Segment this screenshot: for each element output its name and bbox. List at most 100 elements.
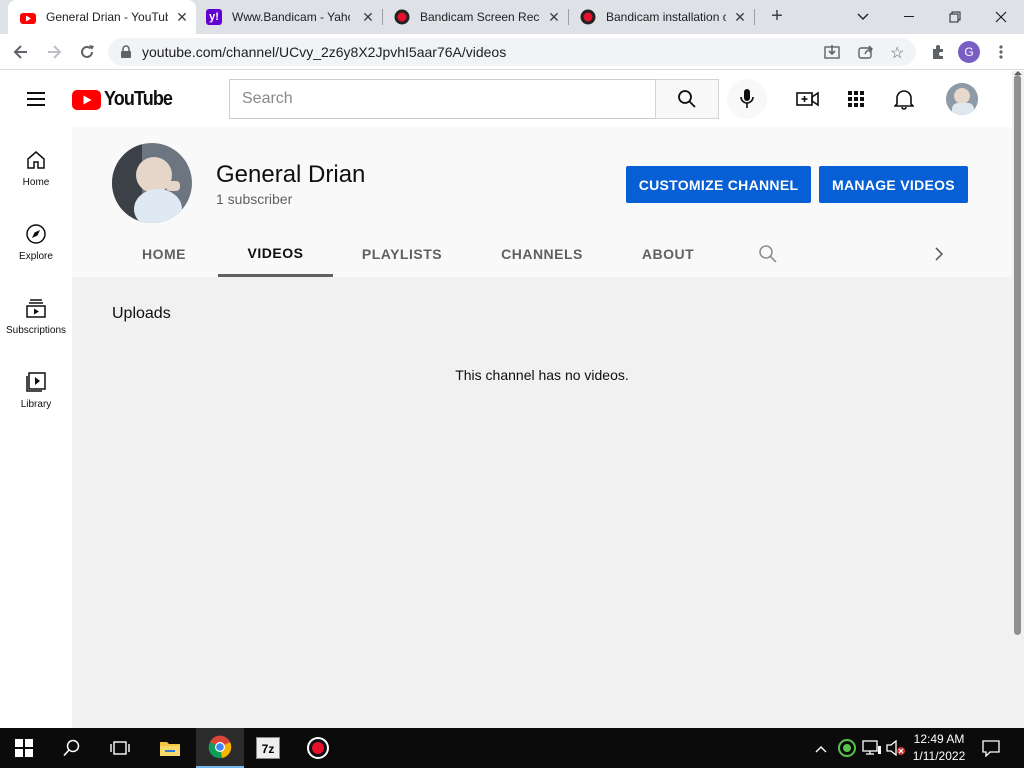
new-tab-icon[interactable]: + [766, 6, 788, 28]
create-video-icon[interactable] [796, 87, 820, 111]
reload-icon[interactable] [76, 42, 98, 62]
bandicam-icon [394, 9, 410, 25]
tab-title: Bandicam installation c [606, 10, 726, 24]
search-input[interactable]: Search [229, 79, 656, 119]
empty-state-message: This channel has no videos. [455, 367, 629, 383]
tab-videos[interactable]: VIDEOS [218, 231, 333, 277]
tab-title: Bandicam Screen Recorder [420, 10, 540, 24]
apps-grid-icon[interactable] [844, 87, 868, 111]
chevron-right-icon[interactable] [934, 247, 944, 266]
compass-icon [26, 224, 46, 244]
page-scrollbar[interactable] [1012, 71, 1024, 728]
tab-yahoo[interactable]: y! Www.Bandicam - Yahoo ✕ [196, 0, 382, 34]
tab-title: General Drian - YouTube [46, 10, 168, 24]
tab-home[interactable]: HOME [128, 231, 200, 277]
clock-date: 1/11/2022 [912, 749, 966, 763]
forward-icon[interactable] [43, 42, 65, 62]
profile-avatar[interactable]: G [958, 41, 980, 63]
channel-name: General Drian [216, 161, 366, 188]
channel-header: General Drian 1 subscriber CUSTOMIZE CHA… [72, 127, 1012, 277]
start-button[interactable] [0, 728, 48, 768]
url-text: youtube.com/channel/UCvy_2z6y8X2JpvhI5aa… [142, 44, 507, 60]
subscriptions-icon [26, 299, 46, 318]
manage-videos-button[interactable]: MANAGE VIDEOS [819, 166, 968, 203]
notification-center-icon[interactable] [982, 739, 1000, 762]
network-icon[interactable] [862, 740, 882, 761]
share-icon[interactable] [858, 44, 874, 65]
bandicam-tray-icon[interactable] [838, 739, 856, 762]
account-avatar[interactable] [946, 83, 978, 115]
bandicam-icon [580, 9, 596, 25]
tab-channels[interactable]: CHANNELS [490, 231, 594, 277]
channel-page: General Drian 1 subscriber CUSTOMIZE CHA… [72, 127, 1012, 728]
yahoo-icon: y! [206, 9, 222, 25]
tab-playlists[interactable]: PLAYLISTS [348, 231, 456, 277]
browser-toolbar: youtube.com/channel/UCvy_2z6y8X2JpvhI5aa… [0, 34, 1024, 70]
sidebar-item-home[interactable]: Home [0, 127, 72, 201]
youtube-header: YouTube Search [0, 71, 1012, 127]
tab-bandicam-recorder[interactable]: Bandicam Screen Recorder ✕ [382, 0, 568, 34]
sidebar-label: Explore [19, 251, 53, 262]
tab-divider [754, 9, 755, 25]
sidebar-label: Subscriptions [5, 325, 67, 336]
browser-tab-strip: General Drian - YouTube ✕ y! Www.Bandica… [0, 0, 1024, 34]
task-view-icon[interactable] [96, 728, 144, 768]
library-icon [26, 372, 46, 392]
address-bar[interactable]: youtube.com/channel/UCvy_2z6y8X2JpvhI5aa… [108, 38, 916, 66]
sidebar-label: Library [20, 399, 52, 410]
youtube-icon [20, 10, 36, 26]
profile-initial: G [958, 41, 980, 63]
bookmark-star-icon[interactable]: ☆ [890, 43, 904, 63]
show-hidden-icons-chevron[interactable] [814, 741, 828, 759]
tab-about[interactable]: ABOUT [634, 231, 702, 277]
lock-icon[interactable] [120, 45, 132, 64]
customize-channel-button[interactable]: CUSTOMIZE CHANNEL [626, 166, 811, 203]
search-button[interactable] [655, 79, 719, 119]
subscriber-count: 1 subscriber [216, 191, 293, 207]
microphone-icon [740, 89, 754, 108]
tab-youtube[interactable]: General Drian - YouTube ✕ [8, 0, 196, 34]
tab-bandicam-installation[interactable]: Bandicam installation c ✕ [568, 0, 754, 34]
download-icon[interactable] [824, 44, 840, 65]
tab-title: Www.Bandicam - Yahoo [232, 10, 350, 24]
file-explorer-icon[interactable] [146, 728, 194, 768]
youtube-logo-icon [72, 89, 101, 110]
back-icon[interactable] [10, 42, 32, 62]
sidebar-label: Home [22, 177, 50, 188]
notifications-bell-icon[interactable] [892, 87, 916, 111]
sevenzip-label: 7z [256, 737, 280, 759]
scroll-thumb[interactable] [1014, 75, 1021, 635]
sidebar-item-explore[interactable]: Explore [0, 201, 72, 275]
sevenzip-icon[interactable]: 7z [244, 728, 292, 768]
close-tab-icon[interactable]: ✕ [174, 9, 190, 25]
chrome-taskbar-icon[interactable] [196, 728, 244, 768]
restore-icon[interactable] [932, 0, 978, 34]
voice-search-button[interactable] [727, 79, 767, 119]
search-icon [678, 90, 696, 108]
youtube-sidebar: Home Explore Subscriptions Library [0, 127, 72, 728]
clock-time: 12:49 AM [913, 732, 965, 746]
system-clock[interactable]: 12:49 AM 1/11/2022 [908, 731, 970, 765]
extensions-icon[interactable] [927, 42, 949, 62]
close-tab-icon[interactable]: ✕ [732, 9, 748, 25]
uploads-heading: Uploads [112, 305, 171, 322]
home-icon [27, 151, 45, 169]
volume-muted-icon[interactable] [886, 739, 906, 761]
tab-search-chevron-icon[interactable] [840, 0, 886, 34]
channel-avatar[interactable] [112, 143, 192, 223]
window-close-icon[interactable] [978, 0, 1024, 34]
sidebar-item-library[interactable]: Library [0, 349, 72, 423]
chrome-menu-icon[interactable] [990, 42, 1012, 62]
hamburger-menu-icon[interactable] [24, 87, 48, 116]
channel-search-icon[interactable] [758, 244, 778, 269]
taskbar-search-icon[interactable] [48, 728, 96, 768]
close-tab-icon[interactable]: ✕ [360, 9, 376, 25]
sidebar-item-subscriptions[interactable]: Subscriptions [0, 275, 72, 349]
windows-taskbar: 7z 12:49 AM 1/11/2022 [0, 728, 1024, 768]
windows-logo-icon [15, 739, 33, 757]
youtube-logo[interactable]: YouTube [72, 88, 180, 111]
bandicam-taskbar-icon[interactable] [294, 728, 342, 768]
close-tab-icon[interactable]: ✕ [546, 9, 562, 25]
minimize-icon[interactable] [886, 0, 932, 34]
logo-text: YouTube [104, 88, 173, 110]
